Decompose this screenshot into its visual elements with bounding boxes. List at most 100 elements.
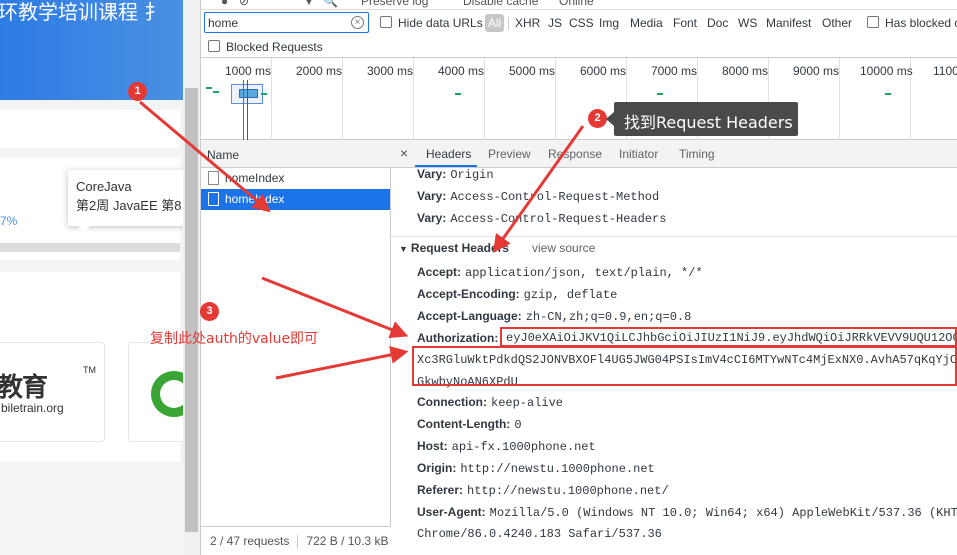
logo-url-text: biletrain.org <box>1 401 64 415</box>
timeline-tick-label: 5000 ms <box>509 64 556 78</box>
header-line: Accept-Language: zh-CN,zh;q=0.9,en;q=0.8 <box>417 309 692 324</box>
type-filter-xhr[interactable]: XHR <box>515 16 540 30</box>
highlight-box <box>412 346 957 386</box>
request-name: homeIndex <box>225 171 285 185</box>
hide-data-urls-checkbox[interactable] <box>380 16 392 28</box>
timeline-gridline <box>839 58 840 140</box>
tab-response[interactable]: Response <box>548 147 602 161</box>
authorization-header-key: Authorization: <box>417 331 499 345</box>
type-filter-all[interactable]: All <box>485 14 504 32</box>
devtools-network-panel: ● ⊘ ▼ 🔍 Preserve log Disable cache Onlin… <box>200 0 957 555</box>
filter-toggle-icon[interactable]: ▼ <box>303 0 315 8</box>
timeline-tick-label: 3000 ms <box>367 64 414 78</box>
request-row-selected[interactable]: homeIndex <box>201 189 390 210</box>
step-2-badge: 2 <box>588 109 607 128</box>
close-icon[interactable]: × <box>400 145 408 161</box>
details-tabbar: × Headers Preview Response Initiator Tim… <box>391 140 957 168</box>
course-tooltip: CoreJava 第2周 JavaEE 第8 <box>68 170 183 232</box>
record-icon[interactable]: ● <box>221 0 228 8</box>
course-banner: 环教学培训课程 扌 <box>0 0 183 100</box>
header-line: Accept: application/json, text/plain, */* <box>417 265 703 280</box>
header-line: Host: api-fx.1000phone.net <box>417 439 596 454</box>
divider <box>508 17 509 30</box>
request-name: homeIndex <box>225 192 285 206</box>
timeline-tick-label: 1100 <box>933 64 957 78</box>
logo-tm: TM <box>83 365 96 375</box>
expand-triangle-icon[interactable]: ▼ <box>399 244 408 254</box>
dom-content-loaded-line <box>243 80 244 140</box>
filter-input[interactable] <box>204 12 369 33</box>
column-header-name[interactable]: Name <box>201 140 391 168</box>
timeline-gridline <box>484 58 485 140</box>
preserve-log-label[interactable]: Preserve log <box>361 0 428 8</box>
timeline-tick-label: 10000 ms <box>860 64 913 78</box>
timeline-gridline <box>555 58 556 140</box>
filter-bar: × Hide data URLs All XHR JS CSS Img Medi… <box>201 10 957 36</box>
timeline-gridline <box>413 58 414 140</box>
search-icon[interactable]: 🔍 <box>323 0 338 8</box>
tab-timing[interactable]: Timing <box>679 147 715 161</box>
type-filter-ws[interactable]: WS <box>738 16 757 30</box>
disable-cache-label[interactable]: Disable cache <box>463 0 538 8</box>
timeline-bar <box>455 93 461 95</box>
header-line: Vary: Access-Control-Request-Method <box>417 189 660 204</box>
type-filter-media[interactable]: Media <box>630 16 663 30</box>
step-2-callout: 找到Request Headers <box>606 102 798 136</box>
highlight-box <box>500 327 957 347</box>
timeline-tick-label: 6000 ms <box>580 64 627 78</box>
tab-headers[interactable]: Headers <box>426 147 471 161</box>
type-filter-font[interactable]: Font <box>673 16 697 30</box>
view-source-link[interactable]: view source <box>532 241 595 255</box>
type-filter-css[interactable]: CSS <box>569 16 594 30</box>
step-3-badge: 3 <box>200 302 219 321</box>
type-filter-manifest[interactable]: Manifest <box>766 16 811 30</box>
hide-data-urls-label[interactable]: Hide data URLs <box>398 16 483 30</box>
header-line: User-Agent: Mozilla/5.0 (Windows NT 10.0;… <box>417 505 957 520</box>
timeline-bar <box>885 93 891 95</box>
partner-logo-green[interactable] <box>128 342 183 442</box>
tab-initiator[interactable]: Initiator <box>619 147 658 161</box>
throttling-select[interactable]: Online <box>559 0 594 8</box>
timeline-bar <box>213 91 219 93</box>
timeline-bar <box>206 87 212 89</box>
timeline-tick-label: 4000 ms <box>438 64 485 78</box>
timeline-bar <box>657 93 663 95</box>
blocked-requests-bar: Blocked Requests <box>201 36 957 58</box>
partner-logo-mobiletrain[interactable]: 教育 TM biletrain.org <box>0 342 105 442</box>
divider <box>297 534 299 549</box>
course-progress-bar <box>0 243 180 252</box>
blocked-requests-checkbox[interactable] <box>208 40 220 52</box>
tab-preview[interactable]: Preview <box>488 147 531 161</box>
has-blocked-cookies-label[interactable]: Has blocked c <box>885 16 957 30</box>
tooltip-subtitle: 第2周 JavaEE 第8 <box>76 198 182 213</box>
type-filter-img[interactable]: Img <box>599 16 619 30</box>
clear-icon[interactable]: ⊘ <box>239 0 249 8</box>
header-line: Vary: Access-Control-Request-Headers <box>417 211 667 226</box>
request-headers-section-title[interactable]: ▼ Request Headers <box>399 241 509 255</box>
request-summary-bar: 2 / 47 requests 722 B / 10.3 kB <box>201 526 391 555</box>
course-card-top <box>0 110 180 148</box>
transfer-size: 722 B / 10.3 kB <box>306 534 389 548</box>
request-row[interactable]: homeIndex <box>201 168 390 189</box>
timeline-bar <box>261 93 267 95</box>
document-icon <box>208 192 219 206</box>
type-filter-doc[interactable]: Doc <box>707 16 728 30</box>
timeline-tick-label: 8000 ms <box>722 64 769 78</box>
header-line: Connection: keep-alive <box>417 395 564 410</box>
network-overview-timeline[interactable]: 1000 ms 2000 ms 3000 ms 4000 ms 5000 ms … <box>201 58 957 140</box>
page-scrollbar[interactable] <box>183 0 200 555</box>
section-divider <box>391 236 957 237</box>
blocked-requests-label[interactable]: Blocked Requests <box>226 40 323 54</box>
page-scrollbar-thumb[interactable] <box>185 88 198 532</box>
filter-clear-icon[interactable]: × <box>351 16 364 29</box>
type-filter-js[interactable]: JS <box>548 16 562 30</box>
type-filter-other[interactable]: Other <box>822 16 852 30</box>
user-agent-continuation: Chrome/86.0.4240.183 Safari/537.36 <box>417 527 662 541</box>
step-1-badge: 1 <box>128 82 147 101</box>
course-progress-percent: 7% <box>0 214 18 228</box>
header-line: Content-Length: 0 <box>417 417 522 432</box>
timeline-tick-label: 7000 ms <box>651 64 698 78</box>
document-icon <box>208 171 219 185</box>
has-blocked-cookies-checkbox[interactable] <box>867 16 879 28</box>
timeline-gridline <box>342 58 343 140</box>
